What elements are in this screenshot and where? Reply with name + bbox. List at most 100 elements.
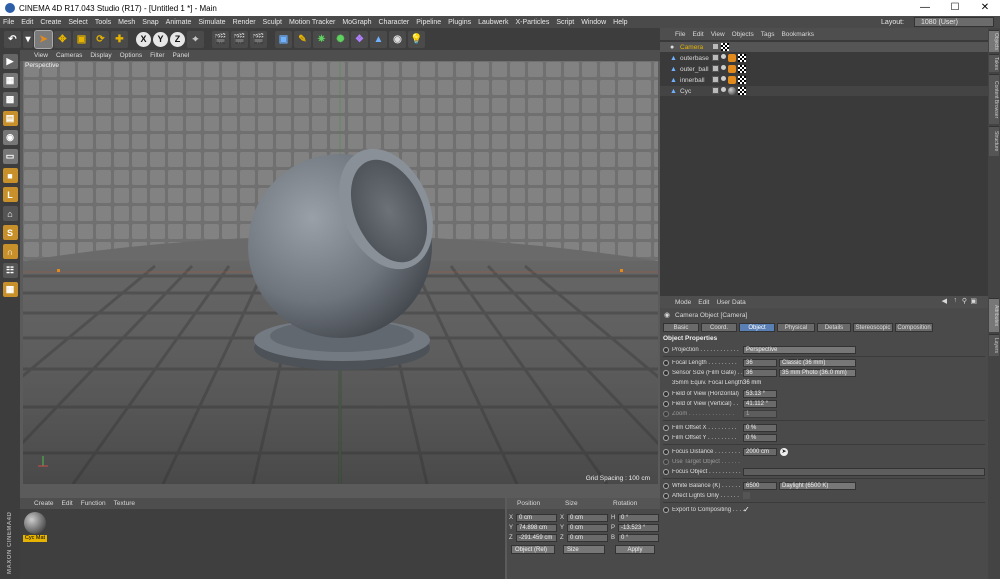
objects-menu-file[interactable]: File: [675, 31, 685, 38]
animate-radio[interactable]: [663, 390, 669, 397]
menu-render[interactable]: Render: [233, 19, 256, 26]
viewport-menu-panel[interactable]: Panel: [173, 52, 190, 59]
object-row-innerball[interactable]: ▲ innerball: [660, 75, 988, 85]
tab-object[interactable]: Object: [739, 323, 775, 332]
render-dot-icon[interactable]: [721, 65, 726, 70]
tab-coord[interactable]: Coord.: [701, 323, 737, 332]
cube-icon[interactable]: ▣: [275, 30, 292, 48]
objects-menu-view[interactable]: View: [711, 31, 725, 38]
tab-layers[interactable]: Layers: [989, 334, 999, 356]
render-dot-icon[interactable]: [721, 76, 726, 81]
fov-horizontal-field[interactable]: 53.13 °: [743, 389, 777, 398]
phong-tag-icon[interactable]: [728, 76, 736, 84]
menu-script[interactable]: Script: [556, 19, 574, 26]
material-menu-create[interactable]: Create: [34, 500, 54, 507]
objects-menu-tags[interactable]: Tags: [761, 31, 775, 38]
animate-radio[interactable]: [663, 346, 669, 353]
export-compositing-checkbox[interactable]: ✓: [743, 505, 750, 514]
z-axis-lock-button[interactable]: Z: [170, 31, 185, 47]
tab-physical[interactable]: Physical: [777, 323, 815, 332]
menu-select[interactable]: Select: [68, 19, 87, 26]
texture-tag-icon[interactable]: [738, 76, 746, 84]
visibility-checkbox[interactable]: [712, 43, 719, 50]
animate-radio[interactable]: [663, 448, 669, 455]
rotation-b-field[interactable]: 0 °: [618, 534, 659, 542]
model-mode-icon[interactable]: ▦: [2, 73, 18, 88]
viewport-menu-view[interactable]: View: [34, 52, 48, 59]
position-z-field[interactable]: -291.459 cm: [516, 534, 557, 542]
workplane-grid-icon[interactable]: ☷: [2, 263, 18, 278]
axis-mode-icon[interactable]: L: [2, 187, 18, 202]
pick-distance-icon[interactable]: ➤: [780, 447, 788, 456]
focal-length-field[interactable]: 36: [743, 358, 777, 367]
menu-pipeline[interactable]: Pipeline: [416, 19, 441, 26]
back-arrow-icon[interactable]: ◀: [942, 297, 947, 305]
animate-radio[interactable]: [663, 359, 669, 366]
apply-button[interactable]: Apply: [615, 545, 655, 554]
tab-basic[interactable]: Basic: [663, 323, 699, 332]
menu-x-particles[interactable]: X-Particles: [515, 19, 549, 26]
white-balance-preset[interactable]: Daylight (6500 K): [779, 481, 856, 490]
tweak-mode-icon[interactable]: ⌂: [2, 206, 18, 221]
fov-vertical-field[interactable]: 41.112 °: [743, 399, 777, 408]
menu-tools[interactable]: Tools: [95, 19, 111, 26]
rotation-h-field[interactable]: 0 °: [618, 514, 659, 522]
position-y-field[interactable]: 74.898 cm: [516, 524, 557, 532]
edges-mode-icon[interactable]: ▭: [2, 149, 18, 164]
size-x-field[interactable]: 0 cm: [567, 514, 608, 522]
menu-mograph[interactable]: MoGraph: [342, 19, 371, 26]
animate-radio[interactable]: [663, 482, 669, 489]
scale-icon[interactable]: ▣: [73, 30, 90, 48]
objects-menu-objects[interactable]: Objects: [732, 31, 754, 38]
attr-menu-edit[interactable]: Edit: [698, 299, 709, 306]
material-manager-area[interactable]: [20, 509, 505, 579]
menu-simulate[interactable]: Simulate: [198, 19, 225, 26]
texture-tag-icon[interactable]: [738, 87, 746, 95]
objects-menu-edit[interactable]: Edit: [692, 31, 703, 38]
rotate-icon[interactable]: ⟳: [92, 30, 109, 48]
render-dot-icon[interactable]: [721, 87, 726, 92]
coordinate-system-icon[interactable]: ⌖: [187, 30, 204, 48]
phong-tag-icon[interactable]: [728, 65, 736, 73]
viewport-menu-options[interactable]: Options: [120, 52, 142, 59]
lock-icon[interactable]: ▣: [970, 297, 977, 305]
minimize-button[interactable]: —: [910, 0, 940, 16]
material-menu-texture[interactable]: Texture: [114, 500, 135, 507]
film-offset-y-field[interactable]: 0 %: [743, 433, 777, 442]
object-row-cyc[interactable]: ▲ Cyc: [660, 86, 988, 96]
cloner-icon[interactable]: ✺: [332, 30, 349, 48]
animate-radio[interactable]: [663, 400, 669, 407]
menu-mesh[interactable]: Mesh: [118, 19, 135, 26]
attr-menu-mode[interactable]: Mode: [675, 299, 691, 306]
animate-radio[interactable]: [663, 434, 669, 441]
sensor-size-preset[interactable]: 35 mm Photo (36.0 mm): [779, 368, 856, 377]
tab-details[interactable]: Details: [817, 323, 851, 332]
rotation-p-field[interactable]: -13.523 °: [618, 524, 659, 532]
menu-laubwerk[interactable]: Laubwerk: [478, 19, 508, 26]
menu-edit[interactable]: Edit: [21, 19, 33, 26]
points-mode-icon[interactable]: ◉: [2, 130, 18, 145]
size-mode-dropdown[interactable]: Size: [563, 545, 605, 554]
size-y-field[interactable]: 0 cm: [567, 524, 608, 532]
deformer-icon[interactable]: ❖: [351, 30, 368, 48]
texture-tag-icon[interactable]: [738, 65, 746, 73]
live-selection-icon[interactable]: ➤: [34, 29, 53, 49]
menu-help[interactable]: Help: [613, 19, 627, 26]
menu-window[interactable]: Window: [581, 19, 606, 26]
visibility-checkbox[interactable]: [712, 65, 719, 72]
menu-plugins[interactable]: Plugins: [448, 19, 471, 26]
coordinate-mode-dropdown[interactable]: Object (Rel): [511, 545, 555, 554]
menu-sculpt[interactable]: Sculpt: [263, 19, 282, 26]
redo-icon[interactable]: ▾: [23, 30, 33, 48]
workplane-icon[interactable]: ▤: [2, 111, 18, 126]
camera-icon[interactable]: ◉: [389, 30, 406, 48]
render-view-icon[interactable]: 🎬: [212, 30, 229, 48]
animate-radio[interactable]: [663, 424, 669, 431]
undo-icon[interactable]: ↶: [4, 30, 21, 48]
perspective-viewport[interactable]: Perspective Grid Spacing : 100 cm: [23, 61, 658, 484]
animate-radio[interactable]: [663, 506, 669, 513]
move-icon[interactable]: ✥: [54, 30, 71, 48]
menu-create[interactable]: Create: [40, 19, 61, 26]
snap-icon[interactable]: S: [2, 225, 18, 240]
material-menu-function[interactable]: Function: [81, 500, 106, 507]
